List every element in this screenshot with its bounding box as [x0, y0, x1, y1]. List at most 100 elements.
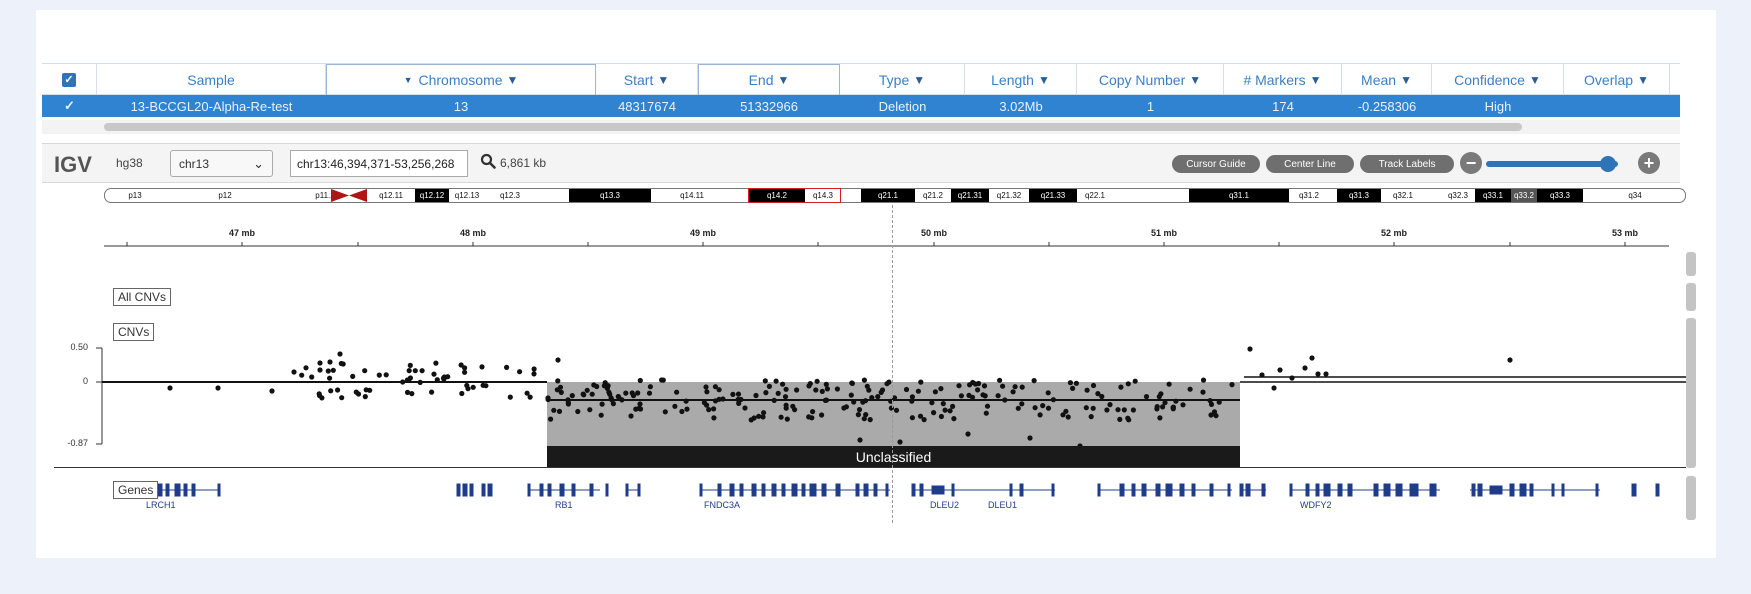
- track-scrollbar[interactable]: [1686, 283, 1696, 311]
- locus-search-input[interactable]: chr13:46,394,371-53,256,268: [290, 150, 468, 177]
- marker-dot: [984, 403, 991, 409]
- marker-dot: [884, 381, 890, 387]
- cursor-guide-button[interactable]: Cursor Guide: [1172, 155, 1260, 173]
- marker-dot: [569, 393, 575, 399]
- ruler-axis: [104, 242, 1669, 247]
- column-sample[interactable]: Sample: [97, 64, 326, 95]
- marker-dot: [555, 378, 561, 384]
- marker-dot: [824, 386, 831, 392]
- track-scrollbar[interactable]: [1686, 252, 1696, 276]
- marker-dot: [711, 415, 717, 421]
- marker-dot: [1037, 412, 1043, 418]
- sort-desc-icon: ▼: [403, 75, 413, 85]
- marker-dot: [773, 378, 779, 384]
- center-line-button[interactable]: Center Line: [1266, 155, 1354, 173]
- segment-label[interactable]: Unclassified: [547, 446, 1240, 468]
- table-horizontal-scrollbar[interactable]: [42, 120, 1680, 134]
- marker-dot: [975, 387, 981, 393]
- column-type[interactable]: Type ▼: [840, 64, 965, 95]
- marker-dot: [1125, 381, 1131, 387]
- filter-icon[interactable]: ▼: [507, 73, 519, 87]
- filter-icon[interactable]: ▼: [1038, 73, 1050, 87]
- ruler-label: 50 mb: [920, 228, 948, 238]
- row-checkbox[interactable]: ✓: [42, 95, 97, 117]
- column-confidence[interactable]: Confidence ▼: [1432, 64, 1564, 95]
- igv-logo: IGV: [54, 152, 92, 177]
- marker-dot: [1032, 405, 1038, 411]
- gene-label[interactable]: WDFY2: [1300, 500, 1332, 510]
- ideogram-band: q12.11: [379, 191, 403, 200]
- filter-icon[interactable]: ▼: [913, 73, 925, 87]
- marker-dot: [672, 403, 678, 409]
- marker-dot: [771, 397, 777, 403]
- column-chromosome[interactable]: ▼ Chromosome ▼: [326, 64, 596, 95]
- gene-label[interactable]: LRCH1: [146, 500, 176, 510]
- scrollbar-thumb[interactable]: [104, 123, 1522, 131]
- column-overlap[interactable]: Overlap ▼: [1564, 64, 1670, 95]
- ideogram-band: q33.1: [1475, 189, 1511, 202]
- cell-end: 51332966: [740, 98, 798, 114]
- marker-dot: [867, 417, 873, 423]
- gene-label[interactable]: DLEU1: [988, 500, 1017, 510]
- marker-dot: [646, 390, 653, 396]
- zoom-slider-knob[interactable]: [1600, 156, 1616, 172]
- marker-dot: [551, 407, 557, 413]
- zoom-slider[interactable]: [1486, 161, 1618, 167]
- marker-dot: [704, 389, 710, 395]
- column-end[interactable]: End ▼: [698, 64, 840, 95]
- marker-dot: [599, 401, 605, 407]
- ideogram-band: q33.3: [1537, 189, 1583, 202]
- column-copy-number[interactable]: Copy Number ▼: [1077, 64, 1224, 95]
- gene-label[interactable]: RB1: [555, 500, 573, 510]
- gene-label[interactable]: FNDC3A: [704, 500, 740, 510]
- filter-icon[interactable]: ▼: [1637, 73, 1649, 87]
- filter-icon[interactable]: ▼: [1189, 73, 1201, 87]
- zoom-out-button[interactable]: −: [1460, 152, 1482, 174]
- marker-dot: [981, 383, 988, 389]
- cnv-scatter-plot[interactable]: [0, 330, 1751, 450]
- marker-dot: [269, 388, 275, 394]
- marker-dot: [947, 408, 953, 414]
- table-row[interactable]: ✓ 13-BCCGL20-Alpha-Re-test 13 48317674 5…: [42, 95, 1680, 117]
- ideogram-band: q14.11: [680, 191, 704, 200]
- marker-dot: [1107, 402, 1113, 408]
- marker-dot: [875, 394, 881, 400]
- search-icon[interactable]: [480, 153, 496, 173]
- filter-icon[interactable]: ▼: [657, 73, 669, 87]
- marker-dot: [319, 395, 325, 401]
- marker-dot: [517, 369, 523, 375]
- chromosome-ideogram[interactable]: p13 p12 p11.2 q12.11 q12.12 q12.13 q12.3…: [104, 188, 1686, 203]
- chromosome-select[interactable]: chr13 ⌄: [170, 150, 273, 177]
- marker-dot: [504, 364, 510, 370]
- window-size-label: 6,861 kb: [500, 156, 547, 170]
- gene-label[interactable]: DLEU2: [930, 500, 959, 510]
- marker-dot: [637, 377, 643, 384]
- marker-dot: [893, 407, 900, 413]
- ideogram-band: q31.2: [1298, 191, 1320, 200]
- select-all-checkbox[interactable]: ✓: [62, 72, 76, 87]
- filter-icon[interactable]: ▼: [1529, 73, 1541, 87]
- marker-dot: [167, 385, 173, 391]
- ideogram-band: q31.3: [1337, 189, 1381, 202]
- column-markers[interactable]: # Markers ▼: [1224, 64, 1342, 95]
- marker-dot: [601, 383, 608, 389]
- zoom-in-button[interactable]: +: [1638, 152, 1660, 174]
- marker-dot: [362, 394, 368, 400]
- marker-dot: [863, 412, 869, 418]
- column-length[interactable]: Length ▼: [965, 64, 1077, 95]
- marker-dot: [814, 378, 820, 384]
- marker-dot: [1115, 407, 1121, 413]
- genome-label[interactable]: hg38: [116, 156, 143, 170]
- select-all-cell[interactable]: ✓: [42, 64, 97, 95]
- filter-icon[interactable]: ▼: [1400, 73, 1412, 87]
- cnv-table-header: ✓ Sample ▼ Chromosome ▼ Start ▼ End ▼ Ty…: [42, 63, 1680, 95]
- ruler-label: 51 mb: [1150, 228, 1178, 238]
- gene-track[interactable]: [0, 478, 1751, 508]
- ideogram-band: q21.2: [922, 191, 944, 200]
- column-start[interactable]: Start ▼: [596, 64, 698, 95]
- filter-icon[interactable]: ▼: [778, 73, 790, 87]
- track-labels-button[interactable]: Track Labels: [1360, 155, 1454, 173]
- ideogram-band: q32.1: [1392, 191, 1414, 200]
- column-mean[interactable]: Mean ▼: [1342, 64, 1432, 95]
- filter-icon[interactable]: ▼: [1310, 73, 1322, 87]
